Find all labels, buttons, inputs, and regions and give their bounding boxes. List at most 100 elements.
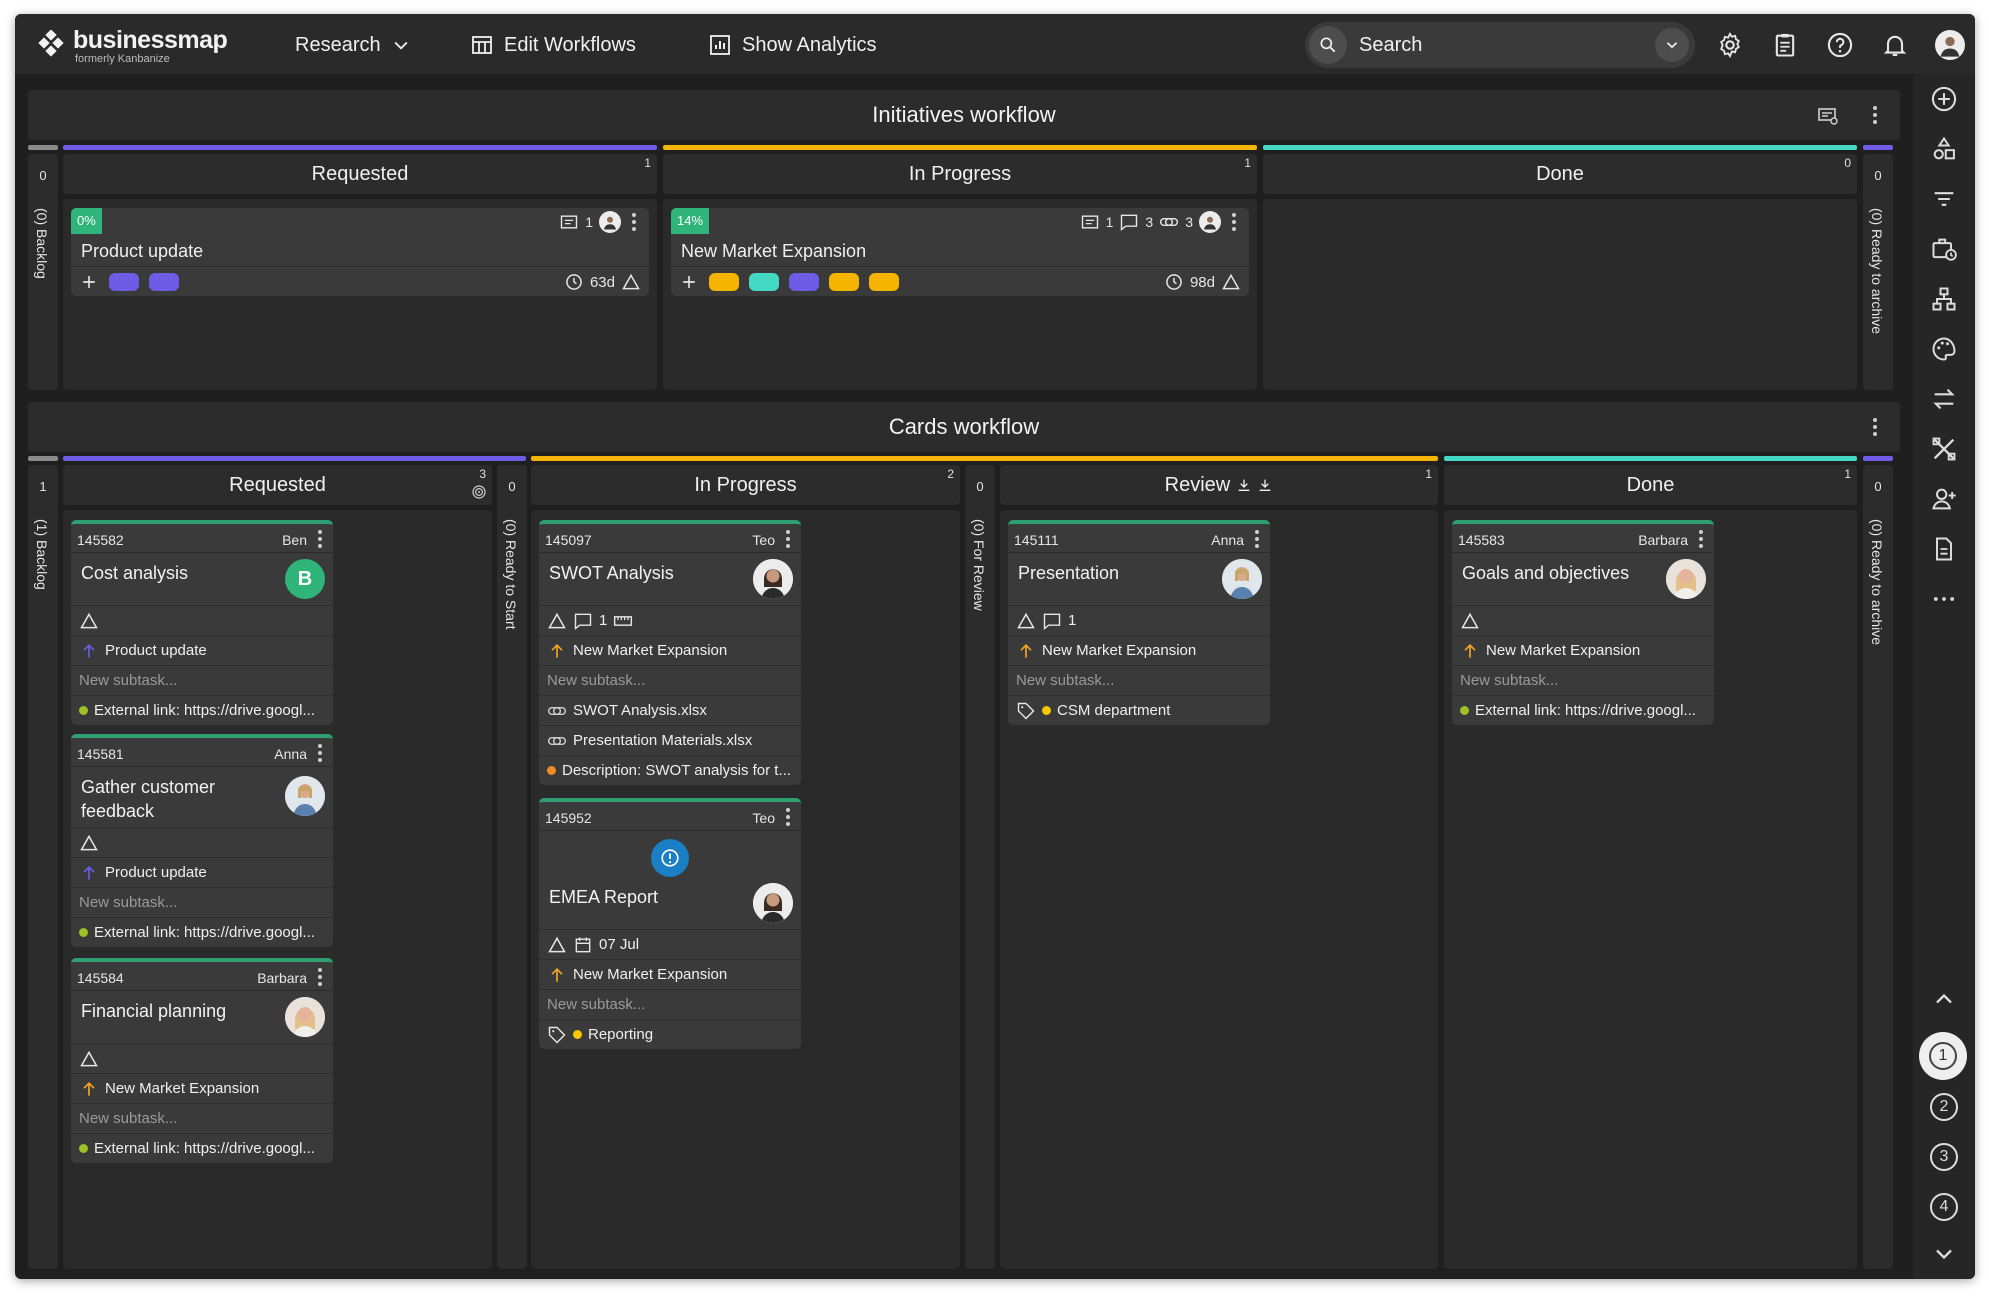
card-menu-icon[interactable] <box>313 528 327 550</box>
external-link[interactable]: External link: https://drive.googl... <box>1475 702 1696 719</box>
card-id[interactable]: 145952 <box>545 810 592 826</box>
initiative-card[interactable]: 0% 1 Product update 63d <box>71 208 649 296</box>
swap-icon[interactable] <box>1929 384 1959 414</box>
workflow-menu-icon[interactable] <box>1868 104 1882 126</box>
more-icon[interactable] <box>1929 584 1959 614</box>
external-link-row[interactable]: External link: https://drive.googl... <box>71 917 333 947</box>
label-pill[interactable] <box>149 272 179 291</box>
card-title[interactable]: New Market Expansion <box>671 236 1249 266</box>
external-link-row[interactable]: External link: https://drive.googl... <box>71 1133 333 1163</box>
card-info-icon[interactable] <box>1080 212 1100 232</box>
comment-icon[interactable] <box>573 611 593 631</box>
column-header-done[interactable]: Done 1 <box>1444 465 1857 505</box>
search-input[interactable] <box>1359 33 1639 57</box>
card-title-area[interactable]: Cost analysis B <box>71 553 333 605</box>
task-card[interactable]: 145952 Teo EMEA Report 07 Jul New Market… <box>539 798 801 1049</box>
bell-icon[interactable] <box>1880 30 1910 60</box>
column-header-in-progress[interactable]: In Progress 2 <box>531 465 960 505</box>
comment-icon[interactable] <box>1119 212 1139 232</box>
card-menu-icon[interactable] <box>313 966 327 988</box>
subtask-row[interactable]: New subtask... <box>71 1103 333 1133</box>
new-subtask-input[interactable]: New subtask... <box>79 894 177 911</box>
chevron-up-icon[interactable] <box>1929 984 1959 1014</box>
link-icon[interactable] <box>1159 212 1179 232</box>
priority-icon[interactable] <box>547 611 567 631</box>
subtask-row[interactable]: New subtask... <box>71 665 333 695</box>
card-title[interactable]: Product update <box>71 236 649 266</box>
ruler-icon[interactable] <box>613 611 633 631</box>
task-card[interactable]: 145111 Anna Presentation 1 New Market Ex… <box>1008 520 1270 725</box>
briefcase-clock-icon[interactable] <box>1929 234 1959 264</box>
avatar[interactable] <box>599 211 621 233</box>
card-id[interactable]: 145097 <box>545 532 592 548</box>
hierarchy-icon[interactable] <box>1929 284 1959 314</box>
priority-icon[interactable] <box>79 833 99 853</box>
card-id[interactable]: 145582 <box>77 532 124 548</box>
task-card[interactable]: 145584 Barbara Financial planning New Ma… <box>71 958 333 1163</box>
task-card[interactable]: 145582 Ben Cost analysis B Product updat… <box>71 520 333 725</box>
card-id[interactable]: 145111 <box>1014 532 1059 548</box>
add-icon[interactable] <box>79 272 99 292</box>
column-header-in-progress[interactable]: In Progress 1 <box>663 154 1257 194</box>
card-id[interactable]: 145583 <box>1458 532 1505 548</box>
card-title-area[interactable]: Presentation <box>1008 553 1270 605</box>
new-subtask-input[interactable]: New subtask... <box>1460 672 1558 689</box>
subtask-row[interactable]: New subtask... <box>539 665 801 695</box>
card-title-area[interactable]: Goals and objectives <box>1452 553 1714 605</box>
parent-link[interactable]: Product update <box>71 635 333 665</box>
card-title-area[interactable]: EMEA Report <box>539 877 801 929</box>
label-pill[interactable] <box>869 272 899 291</box>
card-info-icon[interactable] <box>559 212 579 232</box>
card-title-area[interactable]: SWOT Analysis <box>539 553 801 605</box>
filter-icon[interactable] <box>1929 184 1959 214</box>
new-subtask-input[interactable]: New subtask... <box>79 1110 177 1127</box>
subtask-row[interactable]: New subtask... <box>71 887 333 917</box>
tools-icon[interactable] <box>1929 434 1959 464</box>
description-row[interactable]: Description: SWOT analysis for t... <box>539 755 801 785</box>
level-2-button[interactable]: 2 <box>1930 1093 1958 1121</box>
card-title-area[interactable]: Financial planning <box>71 991 333 1043</box>
card-menu-icon[interactable] <box>781 528 795 550</box>
swirl-icon[interactable] <box>470 483 488 501</box>
label-pill[interactable] <box>709 272 739 291</box>
new-subtask-input[interactable]: New subtask... <box>547 672 645 689</box>
calendar-icon[interactable] <box>573 935 593 955</box>
avatar[interactable] <box>285 776 325 816</box>
subtask-row[interactable]: New subtask... <box>1008 665 1270 695</box>
label-pill[interactable] <box>829 272 859 291</box>
column-header-requested[interactable]: Requested 3 <box>63 465 492 505</box>
attachment-row[interactable]: SWOT Analysis.xlsx <box>539 695 801 725</box>
task-card[interactable]: 145581 Anna Gather customer feedback Pro… <box>71 734 333 947</box>
external-link-row[interactable]: External link: https://drive.googl... <box>1452 695 1714 725</box>
card-menu-icon[interactable] <box>1250 528 1264 550</box>
card-menu-icon[interactable] <box>1227 211 1241 233</box>
new-subtask-input[interactable]: New subtask... <box>79 672 177 689</box>
priority-icon[interactable] <box>79 611 99 631</box>
external-link-row[interactable]: External link: https://drive.googl... <box>71 695 333 725</box>
palette-icon[interactable] <box>1929 334 1959 364</box>
ready-to-start-collapsed[interactable]: 0 (0) Ready to Start <box>497 465 527 1269</box>
avatar[interactable] <box>1222 559 1262 599</box>
tag-row[interactable]: CSM department <box>1008 695 1270 725</box>
external-link[interactable]: External link: https://drive.googl... <box>94 702 315 719</box>
priority-icon[interactable] <box>79 1049 99 1069</box>
label-pill[interactable] <box>789 272 819 291</box>
search-dropdown-button[interactable] <box>1655 28 1689 62</box>
initiatives-archive-collapsed[interactable]: 0 (0) Ready to archive <box>1863 154 1893 390</box>
tag-row[interactable]: Reporting <box>539 1019 801 1049</box>
card-title-area[interactable]: Gather customer feedback <box>71 767 333 827</box>
avatar[interactable]: B <box>285 559 325 599</box>
subtask-row[interactable]: New subtask... <box>539 989 801 1019</box>
document-icon[interactable] <box>1929 534 1959 564</box>
avatar[interactable] <box>285 997 325 1037</box>
add-user-icon[interactable] <box>1929 484 1959 514</box>
card-id[interactable]: 145581 <box>77 746 124 762</box>
card-menu-icon[interactable] <box>781 806 795 828</box>
add-icon[interactable] <box>679 272 699 292</box>
card-settings-icon[interactable] <box>1816 104 1840 128</box>
attachment-row[interactable]: Presentation Materials.xlsx <box>539 725 801 755</box>
column-header-done[interactable]: Done 0 <box>1263 154 1857 194</box>
avatar[interactable] <box>753 883 793 923</box>
settings-icon[interactable] <box>1715 30 1745 60</box>
new-subtask-input[interactable]: New subtask... <box>1016 672 1114 689</box>
